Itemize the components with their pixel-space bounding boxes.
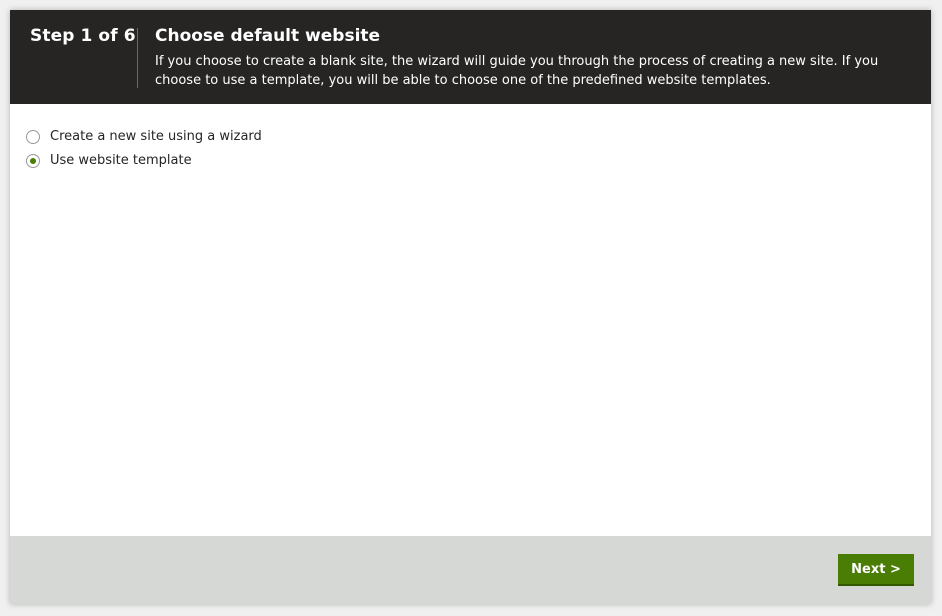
wizard-header: Step 1 of 6 Choose default website If yo… bbox=[10, 10, 931, 104]
wizard-content: Create a new site using a wizard Use web… bbox=[10, 104, 931, 536]
header-divider bbox=[137, 28, 138, 88]
radio-use-template[interactable] bbox=[26, 154, 40, 168]
page-description: If you choose to create a blank site, th… bbox=[155, 54, 879, 88]
wizard-dialog: Step 1 of 6 Choose default website If yo… bbox=[10, 10, 931, 604]
radio-create-wizard[interactable] bbox=[26, 130, 40, 144]
option-create-wizard[interactable]: Create a new site using a wizard bbox=[26, 128, 262, 146]
page-title: Choose default website bbox=[155, 26, 381, 46]
option-label: Use website template bbox=[50, 153, 192, 168]
wizard-footer: Next > bbox=[10, 536, 931, 604]
step-indicator: Step 1 of 6 bbox=[30, 26, 136, 46]
next-button[interactable]: Next > bbox=[838, 554, 914, 586]
option-use-template[interactable]: Use website template bbox=[26, 152, 192, 170]
option-label: Create a new site using a wizard bbox=[50, 129, 262, 144]
